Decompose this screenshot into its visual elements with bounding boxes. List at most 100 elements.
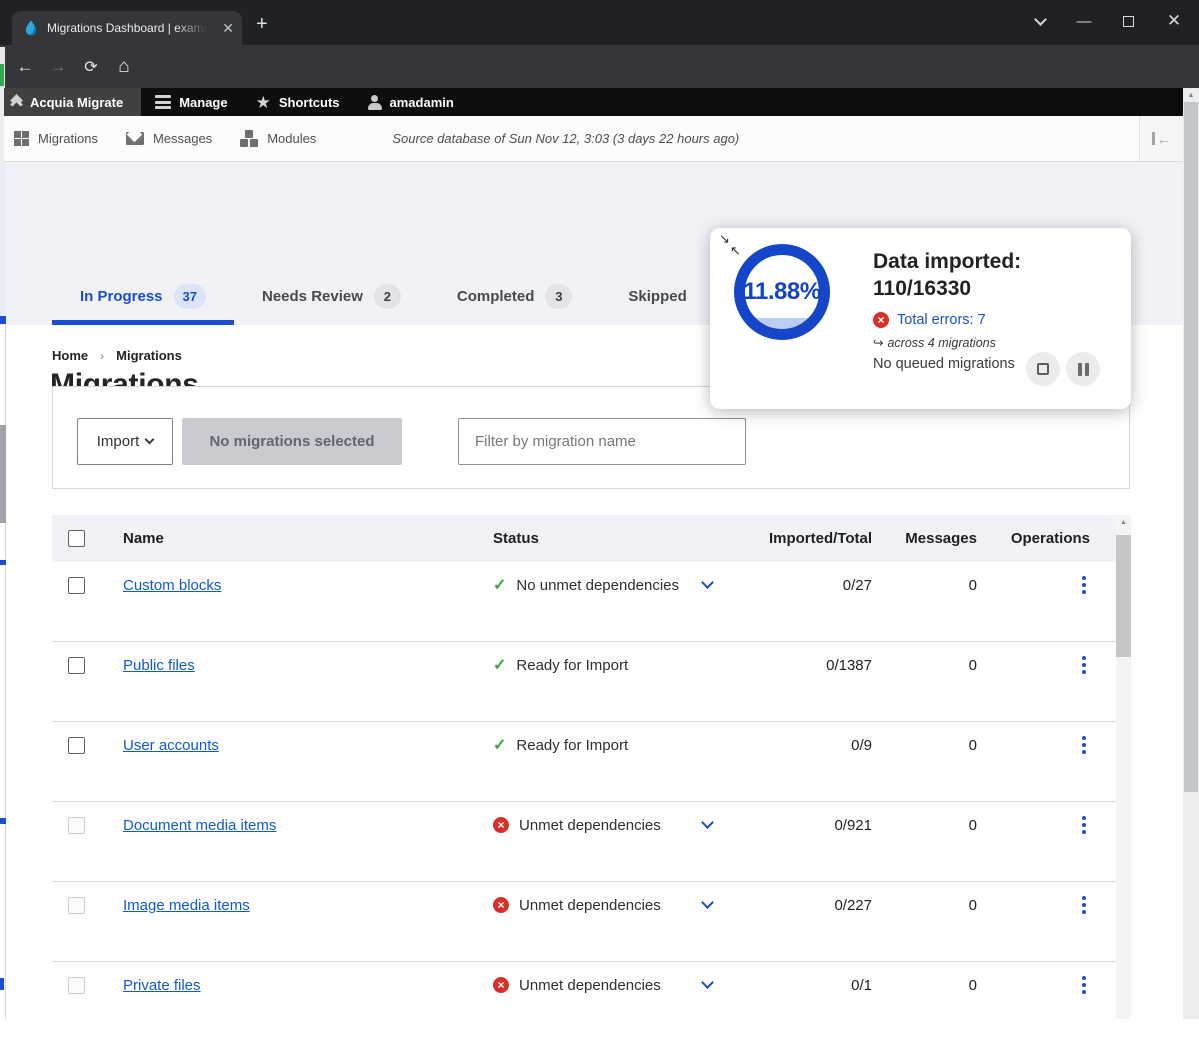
row-checkbox[interactable] [68, 657, 85, 674]
status-tab[interactable]: In Progress 37 [52, 267, 234, 325]
kebab-menu-icon[interactable] [1078, 654, 1090, 676]
table-row: User accounts ✓ × Ready for Import 0/9 0 [52, 722, 1116, 802]
migrations-table: Name Status Imported/Total Messages Oper… [52, 515, 1116, 1042]
status-tab[interactable]: Completed 3 [429, 267, 601, 325]
row-checkbox[interactable] [68, 977, 85, 994]
row-checkbox[interactable] [68, 817, 85, 834]
kebab-menu-icon[interactable] [1078, 574, 1090, 596]
tab-label: Needs Review [262, 288, 363, 305]
import-progress-card: ↘↖ 11.88% Data imported: 110/16330 × Tot… [710, 228, 1131, 409]
minimize-button[interactable]: — [1062, 0, 1106, 42]
status-tab[interactable]: Needs Review 2 [234, 267, 429, 325]
back-icon[interactable]: ← [10, 45, 40, 88]
status-label: Unmet dependencies [519, 977, 661, 994]
table-row: Public files ✓ × Ready for Import 0/1387… [52, 642, 1116, 722]
breadcrumb-home[interactable]: Home [52, 348, 88, 363]
forward-icon[interactable]: → [43, 45, 73, 88]
table-scrollbar-thumb[interactable] [1116, 535, 1131, 657]
close-window-button[interactable]: ✕ [1152, 0, 1196, 42]
tab-title: Migrations Dashboard | example [47, 21, 207, 35]
status-label: No unmet dependencies [516, 577, 679, 594]
status-label: Unmet dependencies [519, 897, 661, 914]
migration-link[interactable]: Document media items [123, 817, 276, 834]
home-icon[interactable]: ⌂ [109, 45, 139, 88]
kebab-menu-icon[interactable] [1078, 894, 1090, 916]
kebab-menu-icon[interactable] [1078, 814, 1090, 836]
acquia-migrate-brand[interactable]: Acquia Migrate [0, 88, 141, 116]
migration-link[interactable]: User accounts [123, 737, 219, 754]
chevron-down-icon[interactable] [701, 976, 714, 989]
reload-icon[interactable]: ⟳ [76, 45, 106, 88]
browser-tab[interactable]: Migrations Dashboard | example ✕ [12, 11, 242, 45]
tab-count-badge: 37 [174, 284, 206, 309]
row-checkbox[interactable] [68, 897, 85, 914]
table-row: Document media items ✓ × Unmet dependenc… [52, 802, 1116, 882]
messages-count: 0 [880, 732, 985, 758]
check-icon: ✓ [493, 735, 506, 755]
table-row: Custom blocks ✓ × No unmet dependencies … [52, 562, 1116, 642]
across-migrations-note: ↪across 4 migrations [873, 335, 1118, 350]
user-icon [368, 95, 382, 110]
messages-count: 0 [880, 572, 985, 598]
toolbar-item-shortcuts[interactable]: ★ Shortcuts [242, 88, 354, 116]
kebab-menu-icon[interactable] [1078, 734, 1090, 756]
browser-toolbar: ← → ⟳ ⌂ d9ama-ddevblog.ddev.site/acquia-… [0, 45, 1199, 88]
toolbar-item-modules[interactable]: Modules [226, 130, 330, 147]
row-checkbox[interactable] [68, 577, 85, 594]
toolbar-item-migrations[interactable]: Migrations [0, 131, 112, 146]
progress-ring: 11.88% [734, 244, 830, 340]
error-icon: × [493, 897, 509, 913]
select-all-checkbox[interactable] [68, 530, 85, 547]
chevron-down-icon[interactable] [701, 896, 714, 909]
status-label: Ready for Import [516, 657, 628, 674]
stop-button[interactable] [1026, 352, 1060, 386]
check-icon: ✓ [493, 655, 506, 675]
kebab-menu-icon[interactable] [1078, 974, 1090, 996]
migration-link[interactable]: Public files [123, 657, 195, 674]
maximize-button[interactable] [1106, 0, 1150, 42]
migration-link[interactable]: Image media items [123, 897, 250, 914]
scroll-up-icon[interactable]: ▲ [1183, 88, 1199, 102]
filter-input[interactable] [458, 418, 746, 465]
tab-search-icon[interactable] [1018, 0, 1062, 42]
toolbar-collapse-button[interactable]: ← [1139, 116, 1183, 161]
page-scrollbar[interactable]: ▲ [1183, 88, 1199, 1019]
browser-titlebar: Migrations Dashboard | example ✕ + — ✕ [0, 0, 1199, 45]
progress-percent: 11.88% [743, 278, 820, 306]
row-checkbox[interactable] [68, 737, 85, 754]
new-tab-button[interactable]: + [256, 14, 268, 34]
tab-label: Skipped [628, 288, 686, 305]
star-icon: ★ [256, 94, 271, 111]
grid-icon [14, 131, 29, 146]
status-tabs: In Progress 37 Needs Review 2 Completed … [52, 267, 715, 325]
collapse-bar-icon [1152, 132, 1155, 145]
status-tab[interactable]: Skipped [600, 267, 714, 325]
migration-link[interactable]: Custom blocks [123, 577, 221, 594]
table-scrollbar[interactable]: ▲ [1116, 515, 1131, 1019]
chevron-down-icon[interactable] [701, 816, 714, 829]
header-imported-total: Imported/Total [740, 526, 880, 552]
chevron-down-icon[interactable] [701, 576, 714, 589]
pause-button[interactable] [1066, 352, 1100, 386]
scroll-up-icon[interactable]: ▲ [1116, 515, 1131, 530]
migration-link[interactable]: Private files [123, 977, 201, 994]
imported-total-value: 0/1387 [740, 652, 880, 678]
page-scrollbar-thumb[interactable] [1184, 102, 1198, 792]
toolbar-item-user[interactable]: amadamin [354, 88, 468, 116]
header-status: Status [493, 526, 740, 552]
tab-close-icon[interactable]: ✕ [222, 21, 234, 35]
error-icon: × [493, 817, 509, 833]
no-migrations-selected-button: No migrations selected [182, 418, 402, 465]
collapse-arrow-icon: ← [1157, 132, 1171, 146]
toolbar-item-messages[interactable]: Messages [112, 131, 226, 146]
toolbar-item-manage[interactable]: Manage [141, 88, 241, 116]
tab-label: In Progress [80, 288, 163, 305]
modules-icon [240, 130, 258, 147]
chevron-down-icon [145, 435, 155, 445]
source-database-note: Source database of Sun Nov 12, 3:03 (3 d… [392, 131, 739, 146]
total-errors-link[interactable]: Total errors: 7 [897, 312, 986, 328]
messages-count: 0 [880, 652, 985, 678]
import-dropdown-button[interactable]: Import [77, 418, 173, 465]
table-header: Name Status Imported/Total Messages Oper… [52, 515, 1116, 562]
total-errors-row[interactable]: × Total errors: 7 [873, 312, 1118, 328]
